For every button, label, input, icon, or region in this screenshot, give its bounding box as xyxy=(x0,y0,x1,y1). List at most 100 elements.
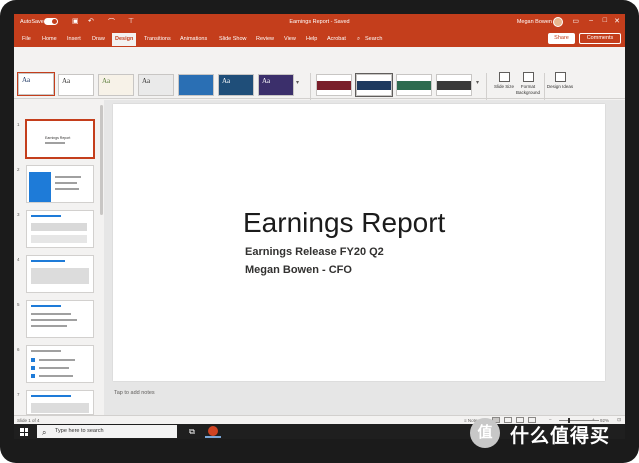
device-frame: AutoSave ▣ ↶ ⌒ ⊤ Earnings Report - Saved… xyxy=(0,0,639,463)
design-ideas-button[interactable]: Design Ideas xyxy=(546,72,574,90)
thumbnail-number: 2 xyxy=(17,167,20,172)
theme-option-label: Aa xyxy=(142,77,151,85)
thumbnail-text-line xyxy=(31,319,77,321)
theme-option[interactable]: Aa xyxy=(218,74,254,96)
thumbnail-text-line xyxy=(31,325,67,327)
tab-help[interactable]: Help xyxy=(306,36,317,42)
powerpoint-taskbar-icon[interactable] xyxy=(205,425,221,438)
share-label: Share xyxy=(554,35,569,41)
variant-option[interactable] xyxy=(436,74,472,96)
design-ideas-icon xyxy=(554,72,566,82)
current-slide[interactable]: Earnings Report Earnings Release FY20 Q2… xyxy=(113,104,605,381)
thumbnail-bullet xyxy=(31,374,35,378)
thumbnail-header-bar xyxy=(31,260,65,262)
watermark-logo-glyph: 值 xyxy=(477,424,493,441)
thumbnail-content xyxy=(31,223,87,231)
thumbnail-number: 7 xyxy=(17,392,20,397)
thumbnail-content xyxy=(31,403,89,413)
tab-view[interactable]: View xyxy=(284,36,296,42)
thumbnail-text-line xyxy=(39,367,69,369)
theme-option-label: Aa xyxy=(62,77,71,85)
thumbnails-scrollbar[interactable] xyxy=(100,105,103,215)
tab-home[interactable]: Home xyxy=(42,36,57,42)
tab-animations[interactable]: Animations xyxy=(180,36,207,42)
format-background-button[interactable]: Format Background xyxy=(514,72,542,96)
close-icon[interactable]: ✕ xyxy=(614,17,620,25)
theme-option[interactable]: Aa xyxy=(98,74,134,96)
maximize-icon[interactable]: □ xyxy=(603,17,607,24)
windows-start-icon[interactable] xyxy=(20,428,28,436)
search-label[interactable]: Search xyxy=(365,36,382,42)
slide-title[interactable]: Earnings Report xyxy=(243,207,445,239)
slide-subtitle[interactable]: Megan Bowen - CFO xyxy=(245,264,352,276)
tab-file[interactable]: File xyxy=(22,36,31,42)
theme-option-label: Aa xyxy=(22,76,31,84)
theme-option[interactable]: Aa xyxy=(138,74,174,96)
theme-option-label: Aa xyxy=(262,77,271,85)
theme-option-label: Aa xyxy=(102,77,111,85)
tab-review[interactable]: Review xyxy=(256,36,274,42)
fit-slide-icon[interactable]: ⊡ xyxy=(617,417,621,423)
variant-option[interactable] xyxy=(316,74,352,96)
user-name[interactable]: Megan Bowen xyxy=(517,19,552,25)
slide-thumbnail[interactable] xyxy=(26,390,94,415)
thumbnail-number: 1 xyxy=(17,122,20,127)
search-icon: ⌕ xyxy=(42,428,47,437)
watermark-text: 什么值得买 xyxy=(510,426,611,447)
thumbnail-text-line xyxy=(55,188,79,190)
thumbnail-title: Earnings Report xyxy=(45,136,71,140)
taskbar-search-box[interactable]: ⌕ Type here to search xyxy=(37,425,177,438)
variants-more-icon[interactable]: ▾ xyxy=(476,79,479,86)
share-button[interactable]: Share xyxy=(548,33,575,44)
search-icon[interactable]: ⌕ xyxy=(357,36,360,43)
taskbar-search-placeholder: Type here to search xyxy=(55,428,104,434)
thumbnail-text-line xyxy=(31,350,61,352)
slide-thumbnail[interactable] xyxy=(26,255,94,293)
tab-draw[interactable]: Draw xyxy=(92,36,105,42)
variant-option[interactable] xyxy=(355,73,393,97)
tab-slide-show[interactable]: Slide Show xyxy=(219,36,247,42)
tab-design[interactable]: Design xyxy=(112,33,137,46)
thumbnail-bullet xyxy=(31,366,35,370)
thumbnail-number: 5 xyxy=(17,302,20,307)
variant-option[interactable] xyxy=(396,74,432,96)
thumbnail-text-line xyxy=(39,375,73,377)
tab-transitions[interactable]: Transitions xyxy=(144,36,171,42)
minimize-icon[interactable]: – xyxy=(589,17,593,24)
tab-insert[interactable]: Insert xyxy=(67,36,81,42)
design-ideas-label: Design Ideas xyxy=(546,84,574,89)
thumbnail-text-line xyxy=(55,176,81,178)
task-view-icon[interactable]: ⧉ xyxy=(186,426,198,437)
themes-more-icon[interactable]: ▾ xyxy=(296,79,299,86)
comments-label: Comments xyxy=(586,35,614,41)
avatar[interactable] xyxy=(553,17,563,27)
theme-option[interactable] xyxy=(178,74,214,96)
thumbnail-text-line xyxy=(55,182,77,184)
tab-acrobat[interactable]: Acrobat xyxy=(327,36,346,42)
slide-thumbnail[interactable] xyxy=(26,300,94,338)
thumbnail-text-line xyxy=(31,313,71,315)
theme-option[interactable]: Aa xyxy=(258,74,294,96)
theme-option-label: Aa xyxy=(222,77,231,85)
ribbon-display-icon[interactable]: ▭ xyxy=(572,17,579,25)
ribbon-tabs: File Home Insert Draw Design Transitions… xyxy=(14,31,625,47)
comments-button[interactable]: Comments xyxy=(579,33,621,44)
theme-option[interactable]: Aa xyxy=(17,72,55,96)
slide-thumbnails-pane: 1 Earnings Report 2 3 4 5 6 7 xyxy=(14,100,104,415)
format-background-label: Format Background xyxy=(515,84,541,95)
thumbnail-number: 3 xyxy=(17,212,20,217)
notes-field[interactable]: Tap to add notes xyxy=(114,390,155,396)
slide-size-icon xyxy=(498,72,510,82)
slide-thumbnail[interactable]: Earnings Report xyxy=(25,119,95,159)
slide-thumbnail[interactable] xyxy=(26,165,94,203)
thumbnail-bullet xyxy=(31,358,35,362)
format-background-icon xyxy=(522,72,534,82)
thumbnail-content xyxy=(31,235,87,243)
slide-subtitle[interactable]: Earnings Release FY20 Q2 xyxy=(245,246,384,258)
slide-thumbnail[interactable] xyxy=(26,210,94,248)
slide-thumbnail[interactable] xyxy=(26,345,94,383)
theme-option[interactable]: Aa xyxy=(58,74,94,96)
thumbnail-header-bar xyxy=(31,395,71,397)
screen: AutoSave ▣ ↶ ⌒ ⊤ Earnings Report - Saved… xyxy=(14,14,625,439)
slide-editing-area: Earnings Report Earnings Release FY20 Q2… xyxy=(104,100,625,415)
